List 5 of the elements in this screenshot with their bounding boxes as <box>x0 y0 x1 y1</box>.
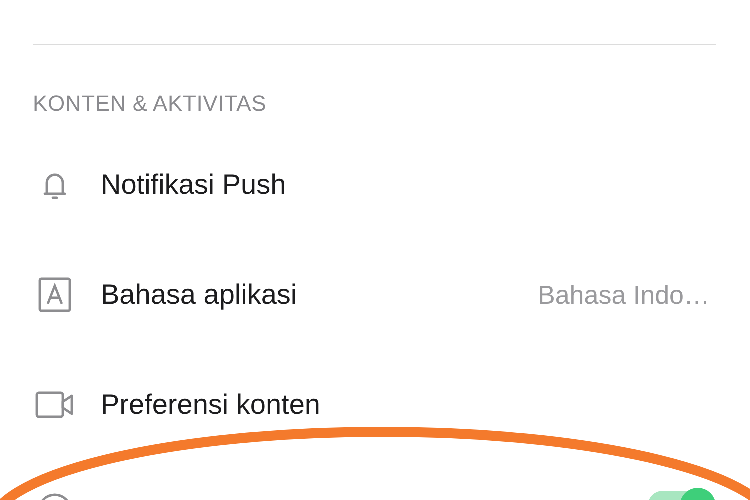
setting-label[interactable]: Bahasa aplikasi <box>101 274 298 316</box>
setting-value: Bahasa Indo… <box>538 278 710 312</box>
setting-label[interactable]: Notifikasi Push <box>101 164 286 206</box>
section-header: KONTEN & AKTIVITAS <box>33 91 268 117</box>
setting-label[interactable]: Preferensi konten <box>101 384 320 426</box>
